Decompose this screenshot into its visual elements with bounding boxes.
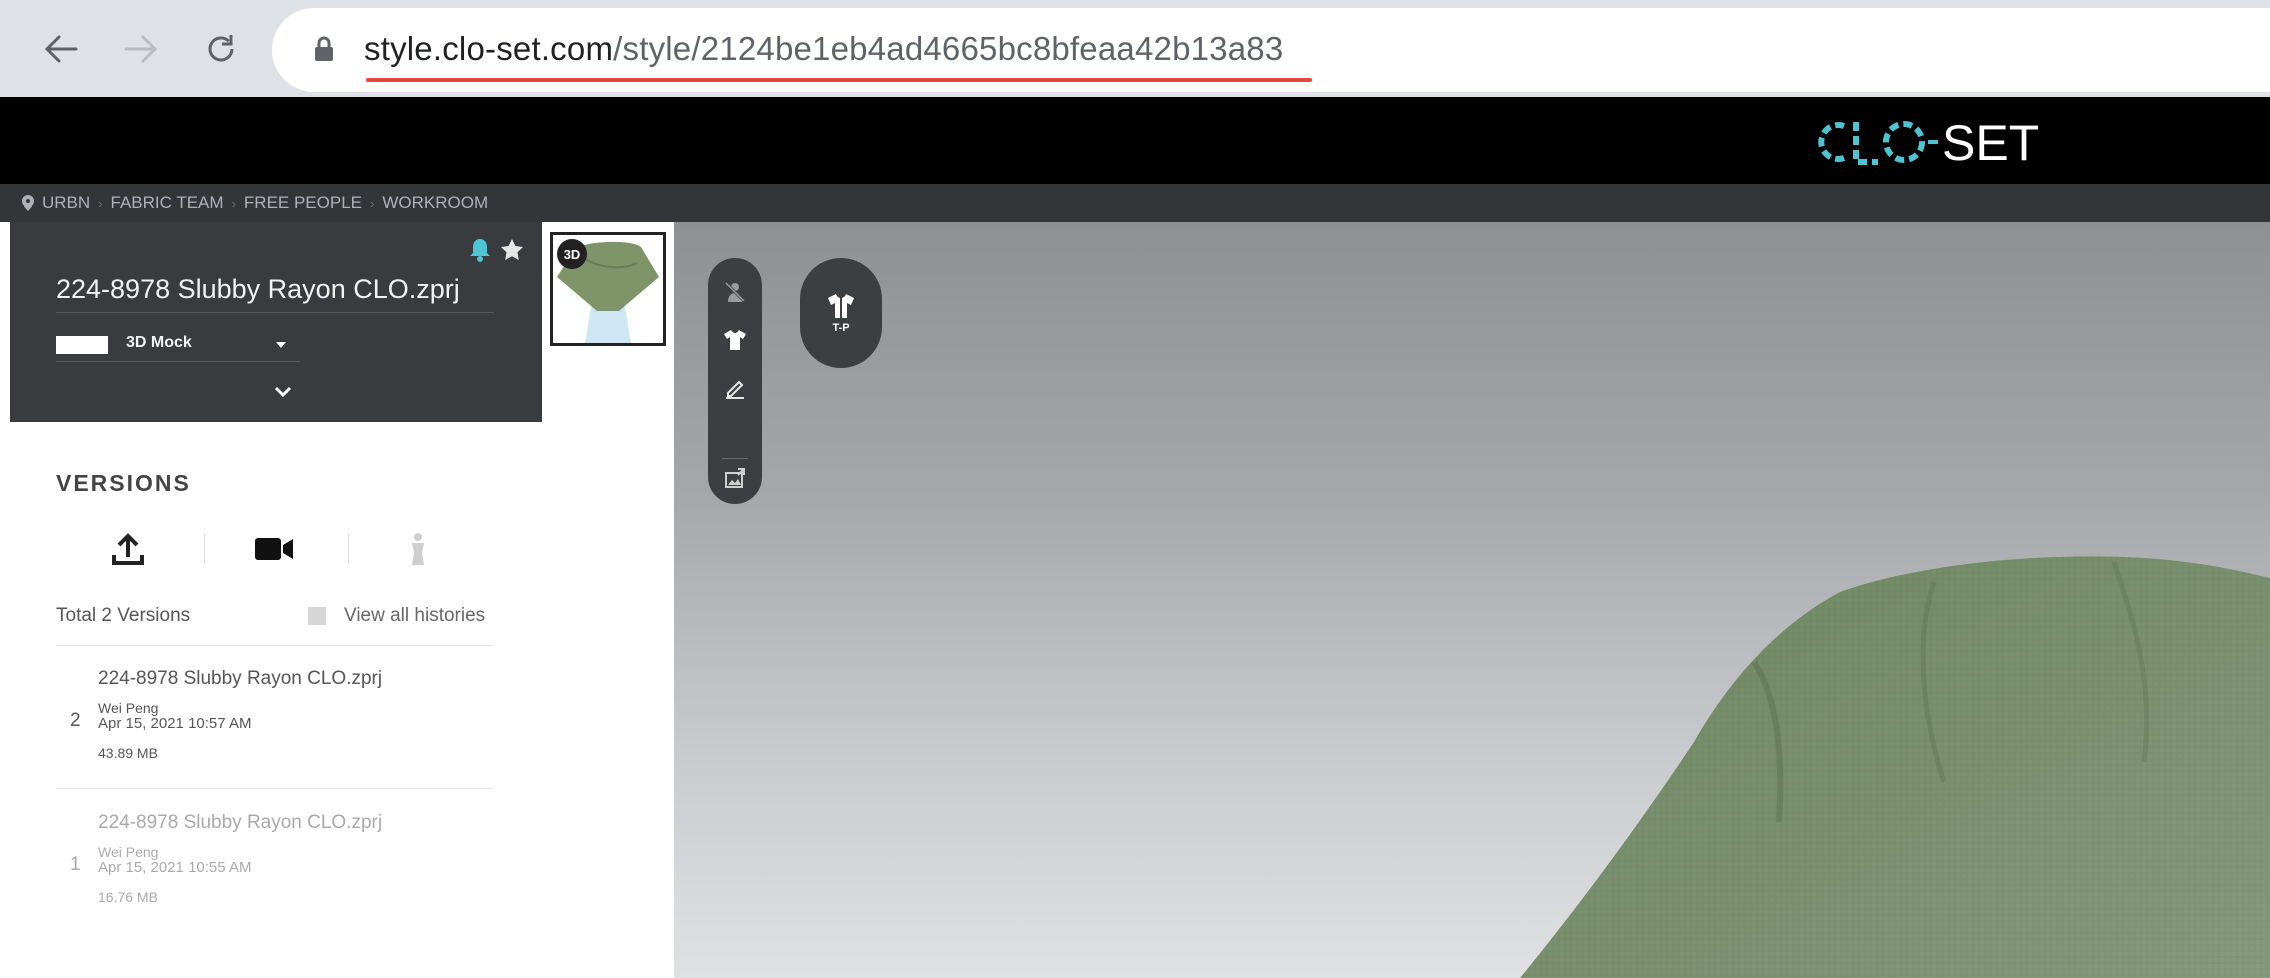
t-pose-button[interactable]: T-P <box>800 258 882 368</box>
breadcrumb-separator: › <box>370 195 375 211</box>
version-item[interactable]: 2 224-8978 Slubby Rayon CLO.zprj Wei Pen… <box>56 668 492 808</box>
avatar-button[interactable] <box>378 524 458 574</box>
viewer-tool-column <box>708 258 762 504</box>
style-title: 224-8978 Slubby Rayon CLO.zprj <box>56 274 460 304</box>
mode-select[interactable]: 3D Mock <box>56 332 300 362</box>
svg-text:SET: SET <box>1942 115 2038 170</box>
reload-button[interactable] <box>196 24 246 74</box>
view-all-label: View all histories <box>344 605 486 626</box>
garment-button[interactable] <box>721 326 749 354</box>
panel-actions <box>470 238 524 262</box>
view-all-checkbox[interactable] <box>308 607 326 625</box>
version-author: Wei Peng <box>98 844 159 860</box>
mode-select-label: 3D Mock <box>126 334 192 351</box>
breadcrumb-item-free-people[interactable]: FREE PEOPLE <box>244 193 362 213</box>
upload-icon <box>112 533 144 565</box>
url-path: /style/2124be1eb4ad4665bc8bfeaa42b13a83 <box>613 30 1284 67</box>
forward-arrow-icon <box>124 35 158 63</box>
colorway-thumbnail-column: 3D <box>542 222 674 978</box>
version-item[interactable]: 1 224-8978 Slubby Rayon CLO.zprj Wei Pen… <box>56 812 492 952</box>
url-host: style.clo-set.com <box>364 30 614 67</box>
t-pose-label: T-P <box>832 322 850 334</box>
export-image-button[interactable] <box>721 464 749 492</box>
image-export-icon <box>725 468 745 488</box>
browser-toolbar: style.clo-set.com/style/2124be1eb4ad4665… <box>0 0 2270 97</box>
forward-button[interactable] <box>116 24 166 74</box>
version-size: 43.89 MB <box>98 745 158 761</box>
breadcrumb-item-fabric-team[interactable]: FABRIC TEAM <box>111 193 224 213</box>
versions-heading: VERSIONS <box>56 470 191 496</box>
view-all-histories-toggle[interactable]: View all histories <box>308 605 485 627</box>
hide-avatar-icon <box>724 281 746 303</box>
address-bar[interactable]: style.clo-set.com/style/2124be1eb4ad4665… <box>272 8 2270 92</box>
divider <box>56 788 492 789</box>
reload-icon <box>208 35 234 62</box>
star-icon[interactable] <box>500 238 524 262</box>
3d-badge: 3D <box>557 239 587 269</box>
colorway-thumbnail[interactable]: 3D <box>550 232 666 346</box>
avatar-visibility-button[interactable] <box>721 278 749 306</box>
breadcrumb-item-workroom[interactable]: WORKROOM <box>382 193 488 213</box>
breadcrumb-separator: › <box>98 195 103 211</box>
chevron-down-icon[interactable] <box>274 386 292 398</box>
version-date: Apr 15, 2021 10:57 AM <box>98 715 252 732</box>
version-file-name: 224-8978 Slubby Rayon CLO.zprj <box>98 812 383 833</box>
tshirt-icon <box>724 330 746 350</box>
divider <box>348 534 349 564</box>
location-pin-icon <box>22 195 34 211</box>
versions-action-bar <box>56 524 486 574</box>
video-camera-icon <box>255 538 293 560</box>
color-swatch <box>56 336 108 354</box>
3d-garment-render <box>1520 556 2270 978</box>
divider <box>56 645 492 646</box>
caret-down-icon <box>276 342 286 348</box>
breadcrumb: URBN › FABRIC TEAM › FREE PEOPLE › WORKR… <box>0 184 2270 222</box>
url-text[interactable]: style.clo-set.com/style/2124be1eb4ad4665… <box>364 26 1283 72</box>
video-button[interactable] <box>234 524 314 574</box>
lock-icon <box>315 36 333 61</box>
back-button[interactable] <box>36 24 86 74</box>
breadcrumb-separator: › <box>231 195 236 211</box>
style-info-panel: 224-8978 Slubby Rayon CLO.zprj 3D Mock <box>10 222 542 422</box>
bell-icon[interactable] <box>470 238 490 262</box>
divider <box>722 458 748 459</box>
divider <box>56 312 494 313</box>
3d-viewport[interactable]: T-P <box>674 222 2270 978</box>
upload-button[interactable] <box>88 524 168 574</box>
back-arrow-icon <box>44 35 78 63</box>
version-date: Apr 15, 2021 10:55 AM <box>98 859 252 876</box>
version-author: Wei Peng <box>98 700 159 716</box>
version-size: 16.76 MB <box>98 889 158 905</box>
version-number: 2 <box>70 710 81 731</box>
divider <box>204 534 205 564</box>
total-versions-count: Total 2 Versions <box>56 605 191 626</box>
edit-button[interactable] <box>721 374 749 402</box>
pencil-icon <box>726 380 744 399</box>
version-number: 1 <box>70 854 81 875</box>
url-highlight-underline <box>366 78 1312 82</box>
breadcrumb-item-urbn[interactable]: URBN <box>42 193 90 213</box>
clo-set-logo[interactable]: SET <box>1806 114 2038 170</box>
version-file-name: 224-8978 Slubby Rayon CLO.zprj <box>98 668 383 689</box>
t-pose-icon <box>828 294 854 318</box>
avatar-figure-icon <box>412 533 424 565</box>
